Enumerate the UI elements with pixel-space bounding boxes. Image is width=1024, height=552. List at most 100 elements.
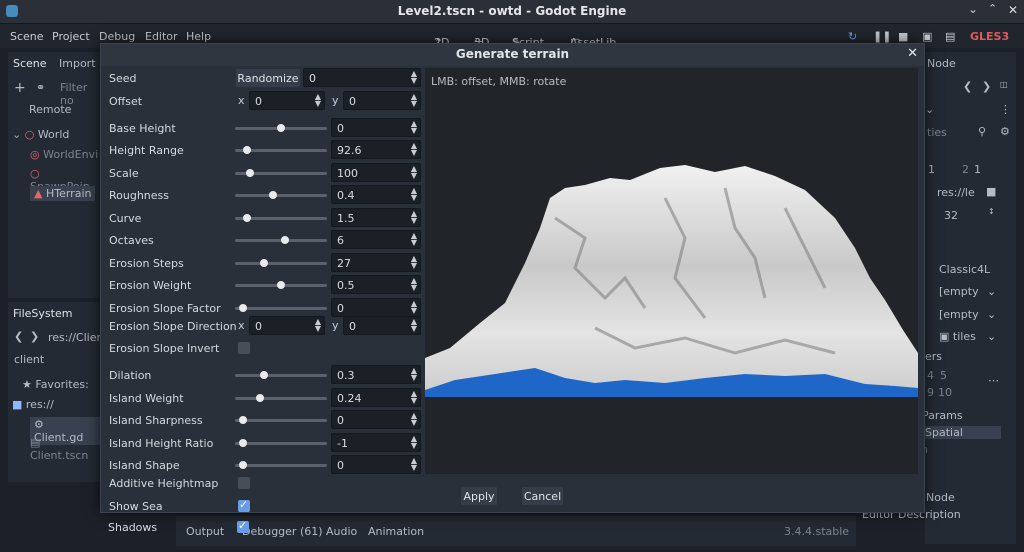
dilation-slider-handle[interactable] xyxy=(260,371,269,379)
offset-y-spinbox[interactable]: 0 ▲ ▼ xyxy=(343,91,421,110)
menu-debug[interactable]: Debug xyxy=(99,30,135,43)
tab-audio[interactable]: Audio xyxy=(326,525,357,538)
resource-path[interactable]: res://le xyxy=(937,186,975,199)
island-shape-slider-handle[interactable] xyxy=(239,461,248,469)
layer-5[interactable]: 5 xyxy=(940,369,947,382)
height-range-spinbox[interactable]: 92.6 ▲ ▼ xyxy=(331,140,421,159)
dialog-close-icon[interactable]: ✕ xyxy=(907,46,918,61)
add-node-icon[interactable]: + xyxy=(14,80,26,96)
slope-dir-y-spinbox[interactable]: 0 ▲ ▼ xyxy=(343,316,421,335)
params-section[interactable]: Params xyxy=(922,409,963,422)
dropdown-icon[interactable]: ⌄ xyxy=(925,103,934,116)
dropdown-1-icon[interactable]: ⌄ xyxy=(987,285,996,298)
spin-arrows-icon[interactable]: ▲ ▼ xyxy=(411,187,417,202)
island-shape-spinbox[interactable]: 0 ▲ ▼ xyxy=(331,455,421,474)
tools-icon[interactable]: ⚙ xyxy=(1000,125,1010,138)
offset-x-spinbox[interactable]: 0 ▲ ▼ xyxy=(249,91,325,110)
spatial-section[interactable]: Spatial xyxy=(923,426,1001,439)
island-sharpness-slider[interactable] xyxy=(235,416,327,424)
prop-value-3[interactable]: 1 xyxy=(974,163,981,176)
apply-button[interactable]: Apply xyxy=(460,486,498,506)
terrain-preview-viewport[interactable]: LMB: offset, MMB: rotate xyxy=(425,68,918,474)
height-range-slider[interactable] xyxy=(235,146,327,154)
prop-value-1[interactable]: 1 xyxy=(928,163,935,176)
base-height-slider-handle[interactable] xyxy=(277,124,285,132)
tab-animation[interactable]: Animation xyxy=(368,525,424,538)
erosion-weight-spinbox[interactable]: 0.5 ▲ ▼ xyxy=(331,275,421,294)
scale-spinbox[interactable]: 100 ▲ ▼ xyxy=(331,163,421,182)
island-sharpness-slider-handle[interactable] xyxy=(239,416,248,424)
erosion-weight-slider[interactable] xyxy=(235,281,327,289)
octaves-slider-handle[interactable] xyxy=(281,236,290,244)
tab-node[interactable]: Node xyxy=(927,57,956,70)
shader-type-select[interactable]: Classic4L xyxy=(939,263,990,276)
dropdown-2-icon[interactable]: ⌄ xyxy=(987,308,996,321)
maximize-icon[interactable]: ⌃ xyxy=(988,2,997,15)
file-client-tscn[interactable]: ▤ Client.tscn xyxy=(30,436,100,462)
spin-arrows-icon[interactable]: ▲ ▼ xyxy=(411,318,417,333)
pause-icon[interactable]: ❚❚ xyxy=(873,30,891,43)
island-weight-slider-handle[interactable] xyxy=(256,394,264,402)
close-window-icon[interactable]: ✕ xyxy=(1008,3,1018,17)
resolution-value[interactable]: 32 xyxy=(944,209,958,222)
tab-scene[interactable]: Scene xyxy=(13,57,47,70)
dropdown-3-icon[interactable]: ⌄ xyxy=(987,330,996,343)
spin-arrows-icon[interactable]: ▲ ▼ xyxy=(411,367,417,382)
tab-output[interactable]: Output xyxy=(186,525,224,538)
menu-project[interactable]: Project xyxy=(52,30,90,43)
roughness-spinbox[interactable]: 0.4 ▲ ▼ xyxy=(331,185,421,204)
curve-spinbox[interactable]: 1.5 ▲ ▼ xyxy=(331,208,421,227)
menu-editor[interactable]: Editor xyxy=(145,30,178,43)
spin-arrows-icon[interactable]: ▲ ▼ xyxy=(411,232,417,247)
play-custom-icon[interactable]: ▤ xyxy=(945,30,955,43)
stop-icon[interactable]: ■ xyxy=(898,30,908,43)
menu-help[interactable]: Help xyxy=(186,30,211,43)
layer-9[interactable]: 9 xyxy=(927,386,934,399)
tab-debugger[interactable]: Debugger (61) xyxy=(242,525,323,538)
scale-slider[interactable] xyxy=(235,169,327,177)
spin-arrows-icon[interactable]: ▲ ▼ xyxy=(411,277,417,292)
island-shape-slider[interactable] xyxy=(235,461,327,469)
randomize-button[interactable]: Randomize xyxy=(235,68,301,88)
erosion-weight-slider-handle[interactable] xyxy=(277,281,285,289)
spin-arrows-icon[interactable]: ▲ ▼ xyxy=(411,93,417,108)
tiles-resource[interactable]: ▣ tiles xyxy=(939,330,976,343)
layer-4[interactable]: 4 xyxy=(927,369,934,382)
spin-arrows-icon[interactable]: ▲ ▼ xyxy=(411,142,417,157)
erosion-steps-slider[interactable] xyxy=(235,259,327,267)
prop-value-2[interactable]: 2 xyxy=(962,163,969,176)
roughness-slider-handle[interactable] xyxy=(268,191,277,199)
spin-arrows-icon[interactable]: ▲ ▼ xyxy=(411,390,417,405)
spin-arrows-icon[interactable]: ▲ ▼ xyxy=(411,412,417,427)
additive-heightmap-checkbox[interactable] xyxy=(238,477,250,489)
island-weight-slider[interactable] xyxy=(235,394,327,402)
spin-arrows-icon[interactable]: ▲ ▼ xyxy=(411,70,417,85)
roughness-slider[interactable] xyxy=(235,191,327,199)
layer-10[interactable]: 10 xyxy=(938,386,952,399)
node-section[interactable]: Node xyxy=(926,491,955,504)
island-height-ratio-slider-handle[interactable] xyxy=(239,439,248,447)
spin-arrows-icon[interactable]: ▲ ▼ xyxy=(315,318,321,333)
tree-item-hterrain[interactable]: ▲ HTerrain xyxy=(30,186,96,201)
res-folder-item[interactable]: ■ res:// xyxy=(12,398,54,411)
renderer-label[interactable]: GLES3 xyxy=(970,30,1009,43)
curve-slider[interactable] xyxy=(235,214,327,222)
back-arrow-icon[interactable]: ❮ xyxy=(14,330,23,343)
spin-arrows-icon[interactable]: ▲ ▼ xyxy=(411,165,417,180)
erosion-slope-factor-slider[interactable] xyxy=(235,304,327,312)
erosion-slope-factor-spinbox[interactable]: 0 ▲ ▼ xyxy=(331,298,421,317)
height-range-slider-handle[interactable] xyxy=(243,146,252,154)
reload-icon[interactable]: ↻ xyxy=(848,30,857,43)
play-scene-icon[interactable]: ▣ xyxy=(922,30,932,43)
scale-slider-handle[interactable] xyxy=(245,169,254,177)
erosion-slope-invert-checkbox[interactable] xyxy=(238,342,250,354)
shadows-checkbox[interactable] xyxy=(237,519,249,533)
erosion-slope-factor-slider-handle[interactable] xyxy=(239,304,248,312)
empty-resource-2[interactable]: [empty xyxy=(939,308,979,321)
history-forward-icon[interactable]: ❯ xyxy=(982,80,991,93)
path-field[interactable]: res://Client xyxy=(48,331,108,344)
spin-arrows-icon[interactable]: ↕ xyxy=(988,207,995,216)
slope-dir-x-spinbox[interactable]: 0 ▲ ▼ xyxy=(249,316,325,335)
dilation-spinbox[interactable]: 0.3 ▲ ▼ xyxy=(331,365,421,384)
spin-arrows-icon[interactable]: ▲ ▼ xyxy=(315,93,321,108)
